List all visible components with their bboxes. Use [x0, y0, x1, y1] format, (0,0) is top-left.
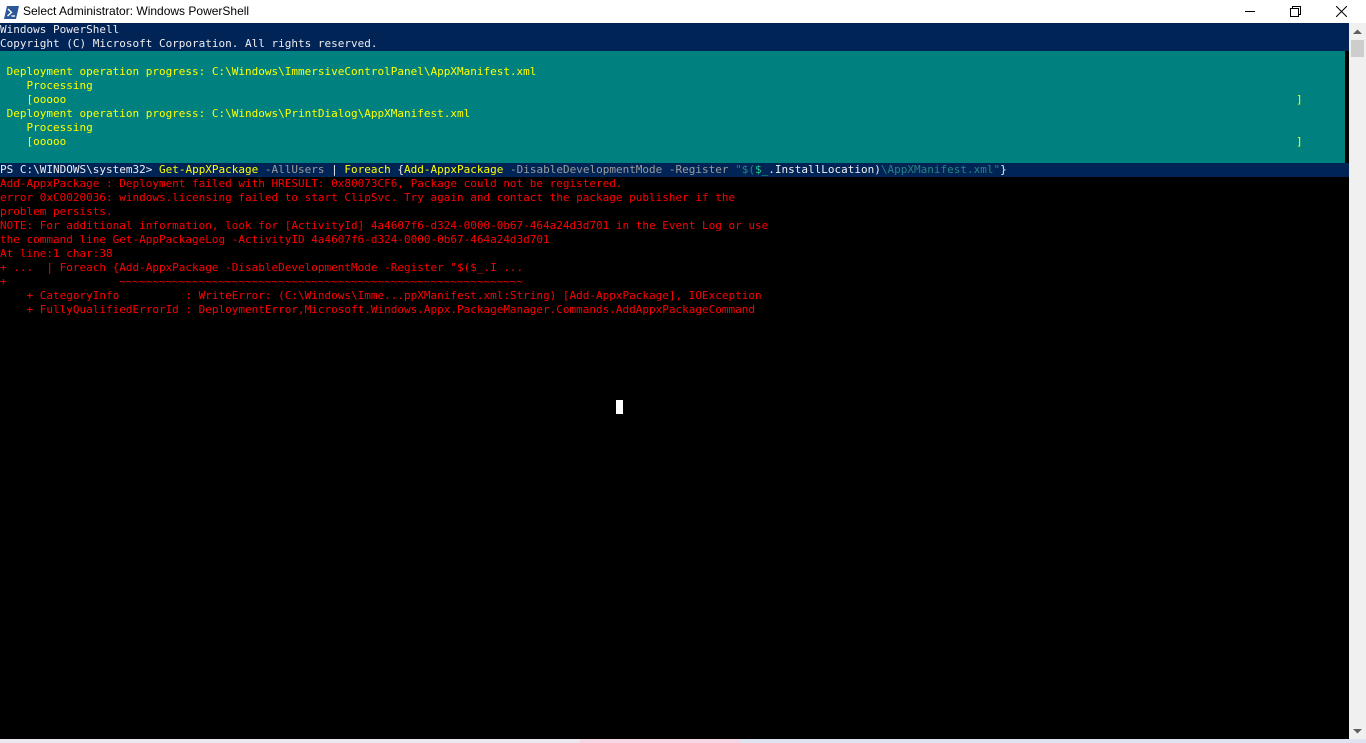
progress-activity-2: Deployment operation progress: C:\Window…: [0, 107, 471, 120]
close-brace: }: [1000, 163, 1007, 176]
text-cursor: [616, 400, 623, 414]
cmdlet-get-appxpackage: Get-AppXPackage: [158, 163, 259, 176]
minimize-icon: [1244, 11, 1255, 12]
powershell-icon: [4, 4, 19, 19]
pipe-operator: |: [324, 163, 345, 176]
scroll-up-button[interactable]: [1349, 23, 1366, 40]
error-line: Add-AppxPackage : Deployment failed with…: [0, 177, 623, 190]
open-brace: {: [390, 163, 405, 176]
error-line: + ~~~~~~~~~~~~~~~~~~~~~~~~~~~~~~~~~~~~~~…: [0, 275, 524, 288]
error-line: + CategoryInfo : WriteError: (C:\Windows…: [0, 289, 762, 302]
error-line: error 0xC0020036: windows.licensing fail…: [0, 191, 736, 204]
progress-bar-2: [ooooo: [0, 135, 67, 148]
banner-line-2: Copyright (C) Microsoft Corporation. All…: [0, 37, 378, 50]
progress-bar-1-end: ]: [1296, 93, 1303, 106]
error-line: At line:1 char:38: [0, 247, 113, 260]
vertical-scrollbar[interactable]: [1349, 23, 1366, 739]
param-register: -Register: [662, 163, 729, 176]
error-line: + ... | Foreach {Add-AppxPackage -Disabl…: [0, 261, 524, 274]
error-line: + FullyQualifiedErrorId : DeploymentErro…: [0, 303, 755, 316]
scroll-up-arrow-icon: [1353, 29, 1362, 34]
restore-button[interactable]: [1272, 0, 1318, 23]
prompt-path: PS C:\WINDOWS\system32>: [0, 163, 159, 176]
window-title: Select Administrator: Windows PowerShell: [23, 4, 250, 18]
error-line: problem persists.: [0, 205, 113, 218]
close-button[interactable]: [1318, 0, 1364, 23]
strip-segment: [740, 739, 1366, 743]
error-line: the command line Get-AppPackageLog -Acti…: [0, 233, 550, 246]
error-line: NOTE: For additional information, look f…: [0, 219, 769, 232]
progress-bar-1: [ooooo: [0, 93, 67, 106]
scroll-down-button[interactable]: [1349, 722, 1366, 739]
member-access: .InstallLocation): [768, 163, 881, 176]
strip-segment: [580, 739, 740, 743]
param-disabledevmode: -DisableDevelopmentMode: [503, 163, 663, 176]
pipeline-variable: $_: [755, 163, 769, 176]
string-open: "$(: [728, 163, 756, 176]
strip-segment: [0, 739, 580, 743]
console-area[interactable]: Windows PowerShell Copyright (C) Microso…: [0, 23, 1349, 739]
cmdlet-add-appxpackage: Add-AppxPackage: [404, 163, 504, 176]
desktop-strip: [0, 739, 1366, 743]
restore-icon: [1289, 6, 1301, 17]
string-rest: \AppXManifest.xml": [880, 163, 1001, 176]
scroll-thumb[interactable]: [1351, 40, 1364, 57]
progress-status-1: Processing: [0, 79, 93, 92]
banner-line-1: Windows PowerShell: [0, 23, 120, 36]
param-allusers: -AllUsers: [258, 163, 325, 176]
prompt-line: PS C:\WINDOWS\system32> Get-AppXPackage …: [0, 163, 1007, 177]
scroll-down-arrow-icon: [1353, 728, 1362, 733]
title-bar[interactable]: Select Administrator: Windows PowerShell: [0, 0, 1366, 23]
progress-activity-1: Deployment operation progress: C:\Window…: [0, 65, 537, 78]
cmdlet-foreach: Foreach: [344, 163, 391, 176]
minimize-button[interactable]: [1227, 0, 1273, 23]
close-icon: [1335, 6, 1347, 17]
progress-status-2: Processing: [0, 121, 93, 134]
progress-bar-2-end: ]: [1296, 135, 1303, 148]
